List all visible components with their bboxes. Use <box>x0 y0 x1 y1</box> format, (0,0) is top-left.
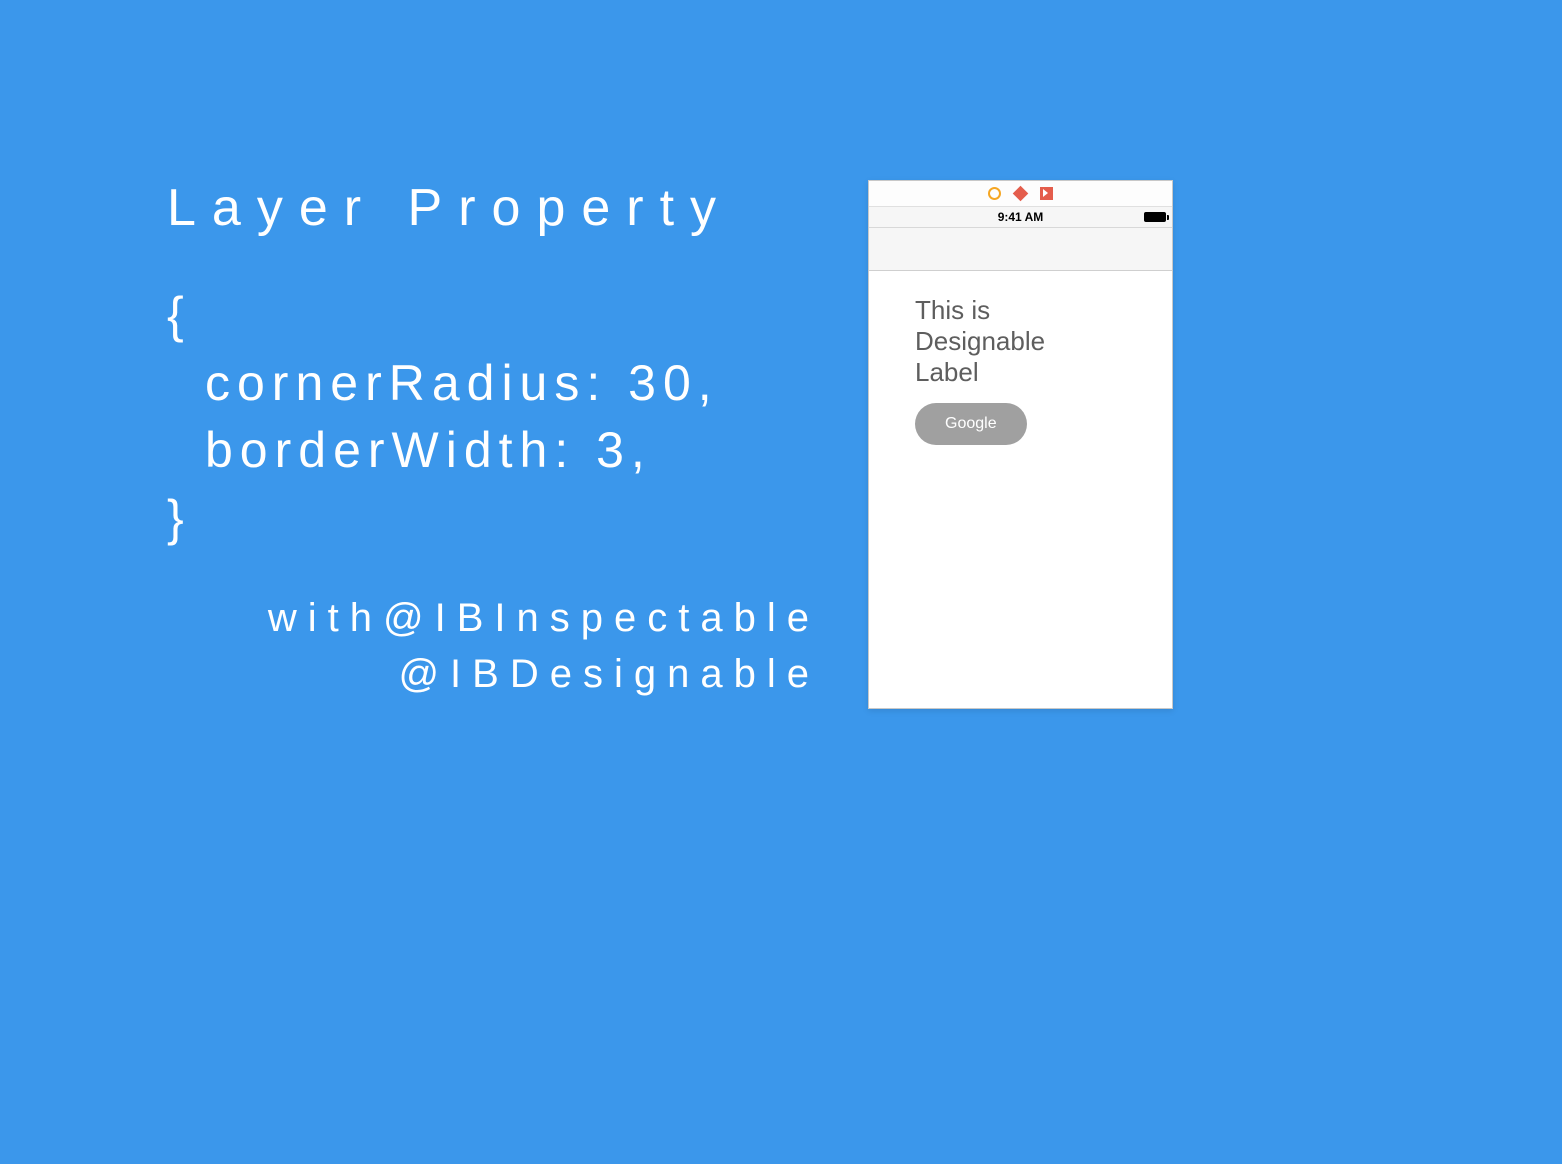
run-icon <box>1040 187 1053 200</box>
code-block: { cornerRadius: 30, borderWidth: 3, } <box>167 282 719 552</box>
phone-preview-frame: 9:41 AM This is Designable Label Google <box>868 180 1173 709</box>
xcode-canvas-toolbar <box>869 181 1172 207</box>
battery-icon <box>1144 212 1166 222</box>
code-line-cornerradius: cornerRadius: 30, <box>167 350 719 418</box>
google-button[interactable]: Google <box>915 403 1027 445</box>
code-open-brace: { <box>167 282 719 350</box>
code-close-brace: } <box>167 485 719 553</box>
status-bar: 9:41 AM <box>869 207 1172 228</box>
warning-icon <box>988 187 1001 200</box>
slide-subtitle: with@IBInspectable @IBDesignable <box>260 590 820 702</box>
status-time: 9:41 AM <box>998 210 1044 224</box>
phone-content-area: This is Designable Label Google <box>869 271 1172 465</box>
subtitle-line-1: with@IBInspectable <box>260 590 820 646</box>
navigation-bar <box>869 228 1172 271</box>
subtitle-line-2: @IBDesignable <box>260 646 820 702</box>
code-line-borderwidth: borderWidth: 3, <box>167 417 719 485</box>
error-icon <box>1013 186 1029 202</box>
slide-title: Layer Property <box>167 178 732 238</box>
designable-label: This is Designable Label <box>915 295 1051 389</box>
